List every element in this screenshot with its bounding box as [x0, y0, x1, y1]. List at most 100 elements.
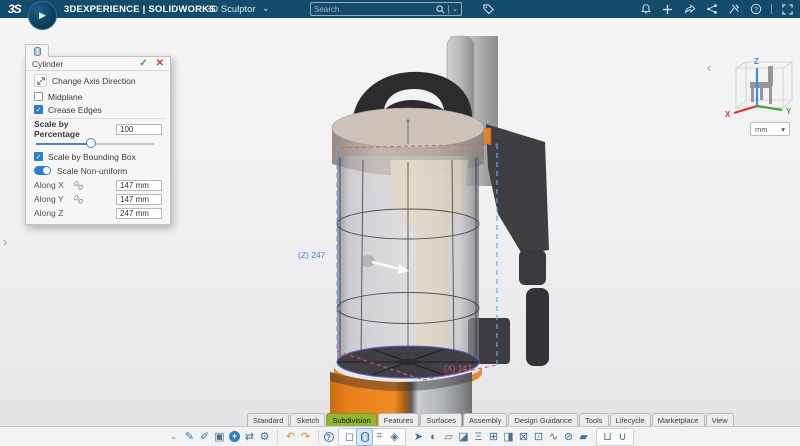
tab-features[interactable]: Features: [377, 413, 420, 426]
tab-standard[interactable]: Standard: [247, 413, 290, 426]
tab-marketplace[interactable]: Marketplace: [651, 413, 705, 426]
tab-design-guidance[interactable]: Design Guidance: [508, 413, 579, 426]
bridge-faces-icon[interactable]: ◨: [501, 429, 516, 445]
cancel-button[interactable]: ✕: [156, 58, 164, 69]
tab-subdivision[interactable]: Subdivision: [326, 413, 377, 426]
app-menu-chevron-icon[interactable]: ⌄: [262, 3, 270, 14]
slider-thumb[interactable]: [85, 138, 96, 148]
crease-edges-label: Crease Edges: [48, 104, 102, 115]
toolbar-overflow-chevron-icon[interactable]: ⌄: [168, 429, 179, 445]
fill-face-icon[interactable]: ⊠: [516, 429, 531, 445]
action-bar: ⌄ ✎ ✐ ▣ + ⇄ ⚙ ↶ ↷ ? ◻ ⌗ ◈ ➤ ◐ ▱ ◪ Ξ ⊞ ◨ …: [0, 426, 800, 446]
scale-slider[interactable]: [36, 137, 160, 150]
thicken-tool-icon[interactable]: ∪: [615, 429, 630, 445]
share-icon[interactable]: [705, 3, 718, 16]
dialog-title: Cylinder: [32, 58, 64, 69]
tag-icon[interactable]: [480, 2, 496, 16]
split-loop-icon[interactable]: ◐: [426, 429, 441, 445]
import-export-icon[interactable]: ⇄: [242, 429, 257, 445]
3ds-logo[interactable]: 3S: [8, 2, 22, 16]
help-icon[interactable]: ?: [749, 3, 762, 16]
settings-gear-icon[interactable]: ⚙: [257, 429, 272, 445]
select-tool-icon[interactable]: ➤: [411, 429, 426, 445]
save-icon[interactable]: ▣: [212, 429, 227, 445]
along-x-label: Along X: [34, 180, 64, 190]
redo-icon[interactable]: ↷: [298, 429, 313, 445]
move-manipulator-icon[interactable]: ◈: [387, 429, 402, 445]
left-panel-expand-chevron[interactable]: ›: [3, 235, 7, 248]
help-icon[interactable]: ?: [321, 429, 336, 445]
dialog-tab[interactable]: [25, 44, 49, 57]
sketch-on-plane-icon[interactable]: ✐: [197, 429, 212, 445]
tab-assembly[interactable]: Assembly: [462, 413, 508, 426]
hose-clip-lower[interactable]: [526, 288, 549, 366]
shell-tool-icon[interactable]: ⊔: [600, 429, 615, 445]
triad-x-label: X: [725, 110, 731, 119]
triad-z-label: Z: [754, 57, 759, 66]
units-dropdown[interactable]: mm ▾: [750, 122, 790, 136]
delete-face-icon[interactable]: ⊡: [531, 429, 546, 445]
right-panel-collapse-chevron[interactable]: ‹: [707, 61, 711, 74]
along-y-input[interactable]: [116, 193, 162, 205]
rear-housing[interactable]: [486, 124, 549, 254]
top-bar: 3S 3DEXPERIENCE | SOLIDWORKS 3D Sculptor…: [0, 0, 800, 18]
view-triad[interactable]: Z X Y: [725, 57, 793, 119]
scale-non-uniform-toggle[interactable]: [34, 166, 51, 175]
search-input[interactable]: [314, 4, 437, 14]
along-z-input[interactable]: [116, 207, 162, 219]
undo-icon[interactable]: ↶: [283, 429, 298, 445]
app-window: (Z) 247 (X) 147 Z X Y › ‹ mm ▾ 3S 3DEXPE…: [0, 0, 800, 446]
hose-clip-upper[interactable]: [519, 250, 546, 285]
reply-arrow-icon[interactable]: [683, 3, 696, 16]
units-chevron-icon: ▾: [781, 124, 785, 134]
search-scope-chevron-icon[interactable]: ⌄: [452, 5, 458, 13]
scale-bounding-box-label: Scale by Bounding Box: [48, 151, 136, 162]
compass-app-badge[interactable]: ▶: [28, 1, 57, 30]
tab-view[interactable]: View: [705, 413, 734, 426]
bend-tool-icon[interactable]: ∿: [546, 429, 561, 445]
link-icon[interactable]: [72, 180, 84, 190]
search-icon[interactable]: [436, 4, 445, 14]
confirm-button[interactable]: ✓: [139, 58, 147, 69]
tab-lifecycle[interactable]: Lifecycle: [609, 413, 651, 426]
brand-title: 3DEXPERIENCE | SOLIDWORKS: [64, 4, 216, 15]
tab-surfaces[interactable]: Surfaces: [420, 413, 462, 426]
circular-pattern-icon[interactable]: ⊘: [561, 429, 576, 445]
sketch-icon[interactable]: ✎: [182, 429, 197, 445]
scale-percentage-input[interactable]: [116, 123, 162, 135]
tools-icon[interactable]: [727, 3, 740, 16]
extrude-face-icon[interactable]: ⊞: [486, 429, 501, 445]
chair-icon: [750, 66, 773, 104]
along-x-input[interactable]: [116, 179, 162, 191]
question-mark-icon: ?: [323, 431, 334, 442]
midplane-checkbox[interactable]: [34, 92, 43, 101]
change-axis-label: Change Axis Direction: [52, 75, 136, 86]
play-icon: ▶: [39, 10, 46, 20]
planar-face-icon[interactable]: ▰: [576, 429, 591, 445]
change-axis-icon: [34, 74, 47, 87]
cylinder-tab-icon: [33, 46, 41, 56]
primitive-cylinder-icon[interactable]: [356, 427, 373, 446]
loop-tool-icon[interactable]: Ξ: [471, 429, 486, 445]
face-tool-icon[interactable]: ▱: [441, 429, 456, 445]
add-content-icon[interactable]: [661, 3, 674, 16]
add-new-icon[interactable]: +: [227, 429, 242, 445]
crease-tool-icon[interactable]: ◪: [456, 429, 471, 445]
crease-edges-checkbox[interactable]: ✓: [34, 105, 43, 114]
link-icon[interactable]: [72, 194, 84, 204]
primitive-mesh-icon[interactable]: ⌗: [372, 429, 387, 445]
search-box: ⌄: [310, 2, 462, 16]
change-axis-direction-button[interactable]: Change Axis Direction: [34, 74, 136, 87]
units-value: mm: [755, 124, 768, 134]
primitive-box-icon[interactable]: ◻: [342, 429, 357, 445]
dimension-z-label: (Z) 247: [298, 250, 326, 260]
tab-tools[interactable]: Tools: [579, 413, 609, 426]
notifications-icon[interactable]: [639, 3, 652, 16]
tab-sketch[interactable]: Sketch: [290, 413, 326, 426]
ribbon-tab-strip: Standard Sketch Subdivision Features Sur…: [0, 413, 800, 426]
fullscreen-icon[interactable]: [781, 3, 794, 16]
scale-percentage-label: Scale by Percentage: [34, 119, 80, 139]
midplane-label: Midplane: [48, 91, 83, 102]
scale-bounding-box-checkbox[interactable]: ✓: [34, 152, 43, 161]
app-name[interactable]: 3D Sculptor: [206, 4, 256, 15]
